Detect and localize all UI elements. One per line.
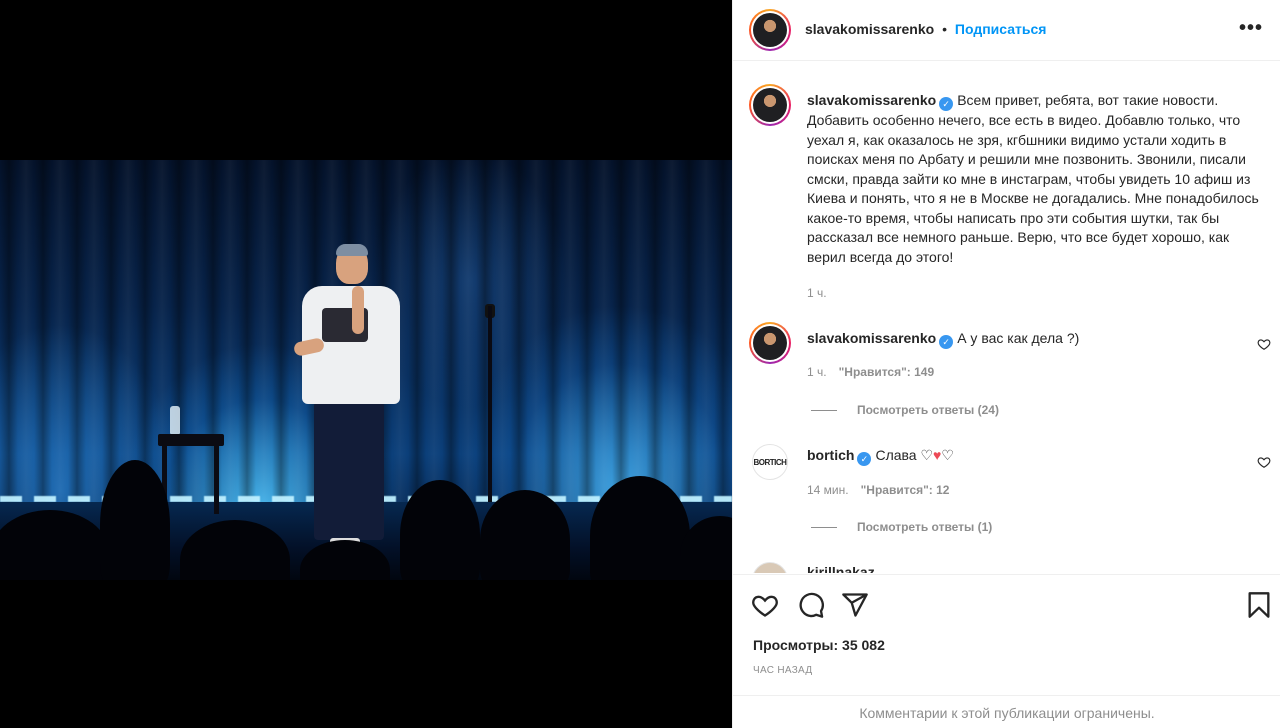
- comment-text: Слава ♡♥♡: [875, 447, 954, 463]
- comment-meta: 14 мин. "Нравится": 12: [807, 483, 949, 497]
- comment-username[interactable]: slavakomissarenko: [807, 330, 936, 346]
- water-bottle: [170, 406, 180, 434]
- comment-time: 1 ч.: [807, 365, 827, 379]
- audience-silhouette: [400, 480, 480, 580]
- comment-likes[interactable]: "Нравится": 149: [839, 365, 935, 379]
- audience-silhouette: [480, 490, 570, 580]
- mic-stand: [488, 306, 492, 502]
- comment-avatar[interactable]: [752, 562, 788, 573]
- view-replies-button[interactable]: Посмотреть ответы (1): [811, 520, 992, 534]
- caption-avatar[interactable]: [749, 84, 791, 126]
- view-replies-label: Посмотреть ответы (1): [857, 520, 993, 534]
- verified-icon: ✓: [857, 452, 872, 466]
- more-options-icon[interactable]: •••: [1239, 18, 1263, 38]
- comment-avatar[interactable]: [749, 322, 791, 364]
- post-time: час назад: [753, 665, 813, 676]
- audience-silhouette: [590, 476, 690, 580]
- comment-username[interactable]: kirillnakaz: [807, 564, 875, 573]
- comment: slavakomissarenko ✓ А у вас как дела ?): [807, 329, 1267, 349]
- comments-list[interactable]: slavakomissarenko ✓ Всем привет, ребята, в…: [733, 62, 1280, 573]
- views-count[interactable]: Просмотры: 35 082: [753, 637, 885, 653]
- view-replies-label: Посмотреть ответы (24): [857, 403, 999, 417]
- author-line: slavakomissarenko • Подписаться: [805, 21, 1046, 37]
- replies-divider: [811, 409, 837, 411]
- comment-bubble-icon[interactable]: [797, 591, 825, 619]
- comment-text: А у вас как дела ?): [957, 330, 1080, 346]
- follow-button[interactable]: Подписаться: [955, 21, 1047, 37]
- like-comment-heart-icon[interactable]: [1257, 337, 1271, 351]
- comment-avatar[interactable]: BORTICH: [752, 444, 788, 480]
- like-heart-icon[interactable]: [751, 591, 779, 619]
- media-area: [0, 0, 732, 728]
- caption-username[interactable]: slavakomissarenko: [807, 92, 936, 108]
- post-header: slavakomissarenko • Подписаться •••: [733, 0, 1280, 61]
- separator-dot: •: [942, 21, 947, 37]
- comedian-hair: [336, 244, 368, 256]
- replies-divider: [811, 526, 837, 528]
- comment-username[interactable]: bortich: [807, 447, 854, 463]
- bookmark-icon[interactable]: [1245, 591, 1273, 619]
- audience-silhouette: [100, 460, 170, 580]
- comment-meta: 1 ч. "Нравится": 149: [807, 365, 934, 379]
- comedian-pants: [314, 402, 384, 540]
- share-send-icon[interactable]: [841, 591, 869, 619]
- comment: bortich ✓ Слава ♡♥♡: [807, 446, 1267, 466]
- comments-limited-notice: Комментарии к этой публикации ограничены…: [733, 695, 1280, 728]
- like-comment-heart-icon[interactable]: [1257, 455, 1271, 469]
- comment-time: 14 мин.: [807, 483, 849, 497]
- post-actions: Просмотры: 35 082 час назад Комментарии …: [733, 574, 1280, 728]
- comment-likes[interactable]: "Нравится": 12: [861, 483, 950, 497]
- caption: slavakomissarenko ✓ Всем привет, ребята, в…: [807, 91, 1267, 267]
- caption-time: 1 ч.: [807, 286, 827, 300]
- author-username[interactable]: slavakomissarenko: [805, 21, 934, 37]
- author-avatar[interactable]: [749, 9, 791, 51]
- verified-icon: ✓: [939, 97, 954, 111]
- view-replies-button[interactable]: Посмотреть ответы (24): [811, 403, 999, 417]
- stool-leg: [214, 444, 219, 514]
- comedian-arm: [352, 286, 364, 334]
- post-side-panel: slavakomissarenko • Подписаться ••• slav…: [732, 0, 1280, 728]
- verified-icon: ✓: [939, 335, 954, 349]
- caption-text: Всем привет, ребята, вот такие новости. …: [807, 92, 1259, 265]
- red-heart-icon: ♥: [933, 447, 942, 463]
- video-player[interactable]: [0, 160, 732, 580]
